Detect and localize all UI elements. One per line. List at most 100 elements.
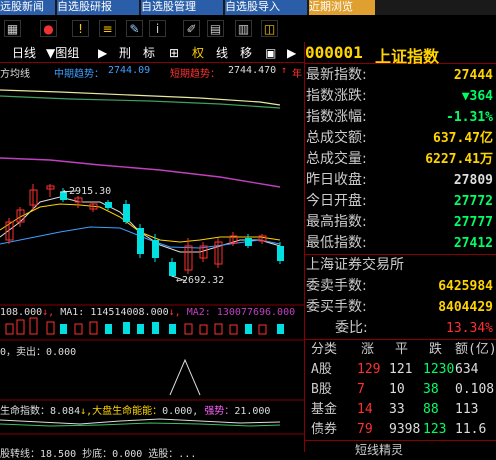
quote-panel: 000001 上证指数 最新指数: 27444 指数涨跌: ▼364 指数涨幅: -1.3… (304, 42, 496, 457)
quote-field-label: 指数涨跌: (306, 88, 367, 104)
col-header: 跌 (429, 342, 443, 357)
life-line-2 (0, 422, 281, 427)
alert-icon[interactable]: ! (72, 20, 89, 37)
quote-field-label: 今日开盘: (306, 193, 367, 209)
candles (5, 184, 284, 277)
classify-cell: 基金 (311, 402, 338, 417)
quote-field-row: 最新指数: 27444 (305, 65, 496, 86)
ask-row: 委卖手数: 6425984 (306, 278, 493, 294)
classify-cell: 79 (357, 422, 373, 437)
quote-title: 000001 上证指数 (305, 42, 496, 66)
volume-bars (5, 317, 284, 335)
stock-code: 000001 (305, 43, 363, 62)
tool-move[interactable]: 移 (240, 45, 252, 61)
list-icon[interactable]: ≡ (99, 20, 116, 37)
quote-field-value: 27772 (453, 194, 493, 209)
bid-row: 委买手数: 8404429 (306, 299, 493, 315)
tool-next[interactable]: ▶ (287, 45, 296, 61)
quote-field-row: 指数涨幅: -1.31% (305, 107, 496, 128)
toolbar: ▦ ● ! ≡ ✎ i ✐ ▤ ▥ ◫ (0, 15, 496, 41)
edit-icon[interactable]: ✐ (183, 20, 200, 37)
quote-field-row: 昨日收盘: 27809 (305, 170, 496, 191)
classify-cell: B股 (311, 382, 332, 397)
kline-chart[interactable]: 方均线 中期趋势： 2744.09 短期趋势： 2744.470 ↑ 年 ←29… (0, 62, 304, 460)
classify-cell: 634 (455, 362, 479, 377)
life-index-label: 生命指数：8.084↓,大盘生命能能：0.000, 强势：21.000 (0, 406, 271, 417)
info-icon[interactable]: i (149, 20, 166, 37)
tool-right[interactable]: 权 (192, 45, 204, 61)
tab-manage[interactable]: 自选股管理 (141, 0, 223, 15)
notes-icon[interactable]: ✎ (126, 20, 143, 37)
quote-field-value: 27412 (453, 236, 493, 251)
high-annotation: ←2915.30 (63, 186, 112, 197)
tool-xing[interactable]: 刑 (119, 45, 131, 61)
period-day[interactable]: 日线 (12, 45, 36, 61)
classify-cell: 129 (357, 362, 381, 377)
classify-cell: 88 (423, 402, 439, 417)
classify-cell: A股 (311, 362, 332, 377)
tab-news[interactable]: 远股新闻 (0, 0, 55, 15)
exchange-row: 上海证券交易所 (305, 255, 496, 276)
short-term-elf[interactable]: 短线精灵 (355, 440, 403, 460)
classify-cell: 123 (423, 422, 447, 437)
quote-field-row: 最低指数: 27412 (305, 233, 496, 254)
quote-field-row: 总成交额: 637.47亿 (305, 128, 496, 149)
classify-cell: 14 (357, 402, 373, 417)
ma-long-2 (0, 95, 281, 109)
table-icon[interactable]: ▥ (235, 20, 252, 37)
quote-field-label: 最新指数: (306, 67, 367, 83)
tab-recent[interactable]: 近期浏览 (309, 0, 375, 15)
classify-cell: 38 (423, 382, 439, 397)
quote-field-value: 27444 (453, 68, 493, 83)
classify-cell: 33 (389, 402, 405, 417)
classify-cell: 10 (389, 382, 405, 397)
tool-grid[interactable]: ⊞ (169, 45, 179, 61)
exchange-name: 上海证券交易所 (306, 257, 404, 273)
chart-group-dropdown[interactable]: ▼图组 (46, 45, 79, 61)
col-header: 分类 (311, 342, 338, 357)
quote-field-label: 指数涨幅: (306, 109, 367, 125)
tool-box[interactable]: ▣ (265, 45, 276, 61)
tab-research[interactable]: 自选股研报 (57, 0, 139, 15)
quote-field-row: 最高指数: 27777 (305, 212, 496, 233)
classify-cell: 11.6 (455, 422, 487, 437)
tab-import[interactable]: 自选股导入 (225, 0, 307, 15)
col-header: 涨 (361, 342, 375, 357)
classify-cell: 债券 (311, 422, 338, 437)
low-annotation: ←2692.32 (176, 275, 225, 286)
ratio-row: 委比: 13.34% (335, 320, 493, 336)
volume-label: 108.000↓, MA1: 114514008.000↓, MA2: 1300… (0, 307, 296, 318)
classify-table: 分类 涨 平 跌 额(亿) A股 129 121 1230 634 B股 7 10 38 0.10… (305, 340, 496, 457)
classify-cell: 113 (455, 402, 479, 417)
tool-mark[interactable]: 标 (143, 45, 155, 61)
quote-field-value: 27809 (453, 173, 493, 188)
chart-icon[interactable]: ◫ (261, 20, 278, 37)
classify-cell: 1230 (423, 362, 455, 377)
ticker-icon[interactable]: ● (40, 20, 57, 37)
chart-svg (0, 89, 304, 435)
play-button[interactable]: ▶ (98, 45, 107, 61)
period-bar: 日线 ▼图组 ▶ 刑 标 ⊞ 权 线 移 ▣ □ ▶ (0, 42, 304, 63)
bottom-indicator-label: 股转线：18.500 抄底：0.000 选股：... (0, 449, 197, 460)
classify-cell: 9398 (389, 422, 421, 437)
grid-icon[interactable]: ▦ (4, 20, 21, 37)
quote-field-value: 27777 (453, 215, 493, 230)
quote-field-row: 总成交量: 6227.41万 (305, 149, 496, 170)
quote-field-value: 637.47亿 (433, 131, 493, 146)
col-header: 平 (395, 342, 409, 357)
col-header: 额(亿) (455, 342, 496, 357)
signal-peak (169, 358, 201, 396)
classify-cell: 0.108 (455, 382, 495, 397)
stock-name: 上证指数 (375, 47, 440, 66)
quote-field-value: ▼364 (461, 89, 493, 104)
top-tab-bar: 远股新闻 自选股研报 自选股管理 自选股导入 近期浏览 (0, 0, 496, 15)
quote-field-row: 今日开盘: 27772 (305, 191, 496, 212)
quote-field-value: -1.31% (446, 110, 493, 125)
quote-field-label: 总成交额: (306, 130, 367, 146)
calc-icon[interactable]: ▤ (207, 20, 224, 37)
ma-long-3 (0, 157, 281, 188)
quote-field-label: 最高指数: (306, 214, 367, 230)
tool-line[interactable]: 线 (216, 45, 228, 61)
sell-signal-label: 0，卖出：0.000 (0, 347, 77, 358)
classify-cell: 121 (389, 362, 413, 377)
